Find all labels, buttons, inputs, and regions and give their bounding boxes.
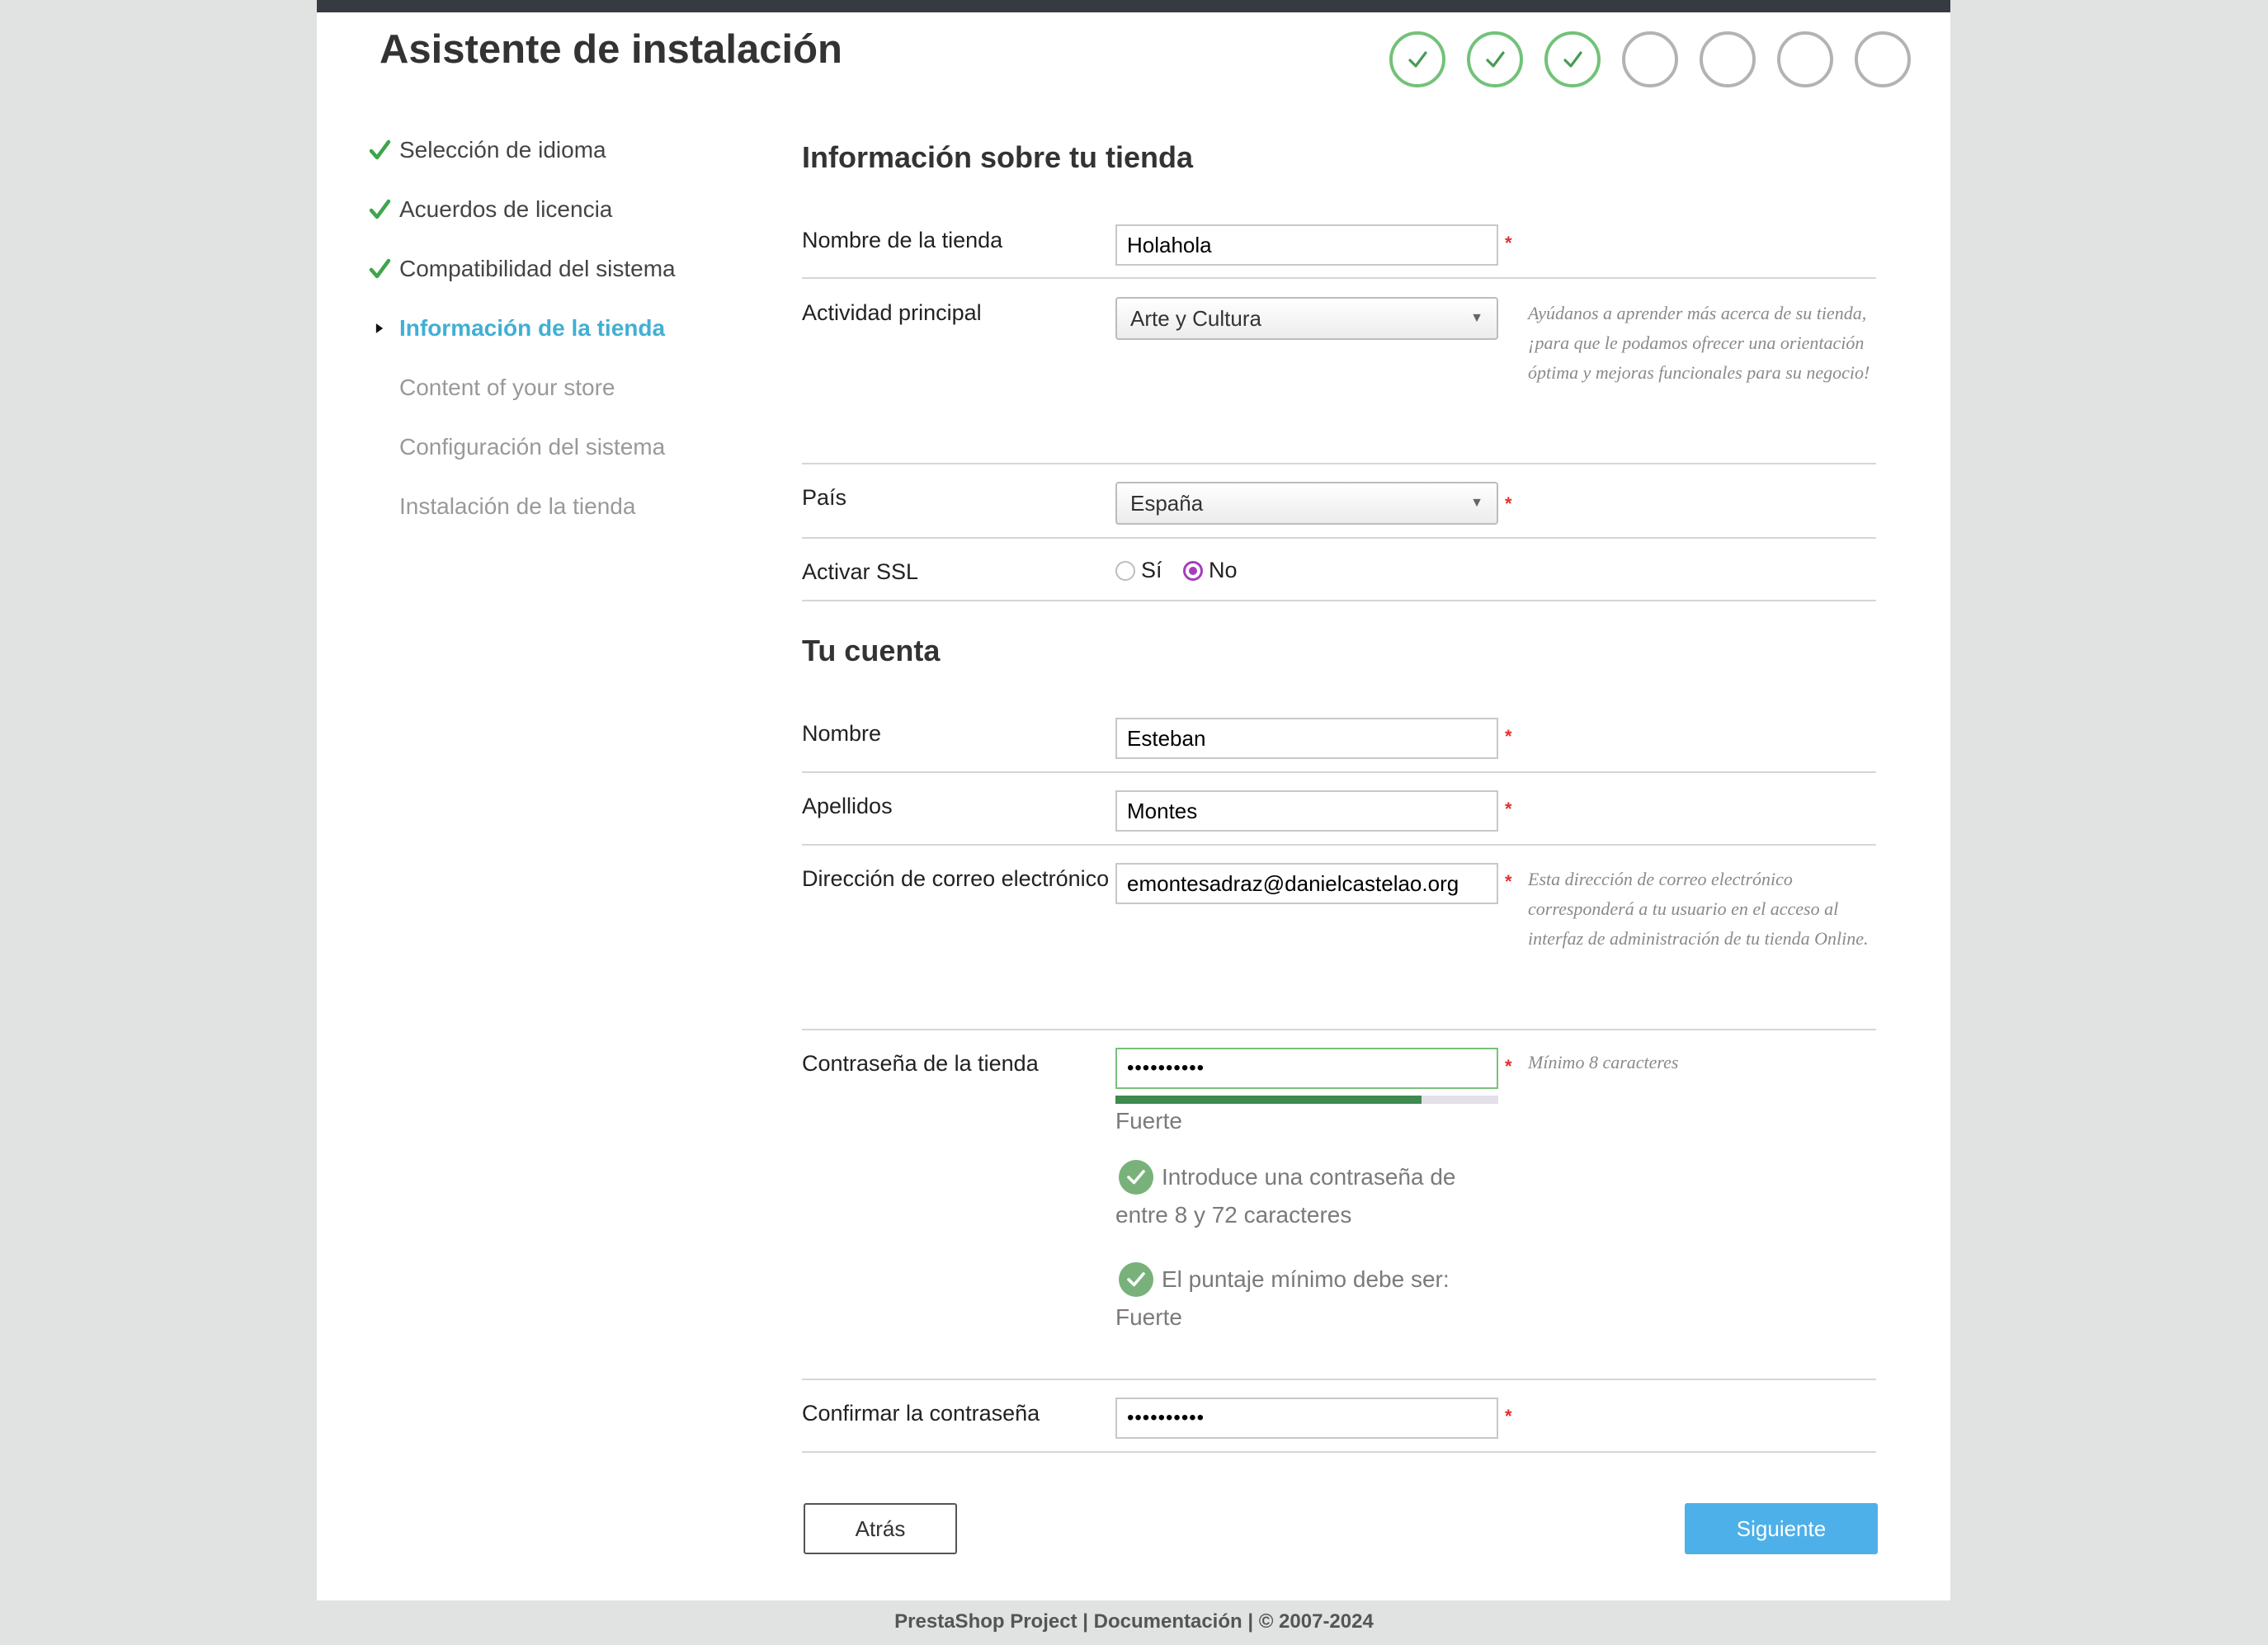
- last-name-input[interactable]: [1115, 790, 1498, 832]
- sidebar-item: Información de la tienda: [366, 312, 665, 345]
- first-name-input[interactable]: [1115, 718, 1498, 759]
- section-title-account: Tu cuenta: [802, 634, 941, 667]
- ssl-yes-radio[interactable]: [1115, 561, 1135, 581]
- back-button[interactable]: Atrás: [804, 1503, 957, 1554]
- first-name-label: Nombre: [802, 721, 882, 746]
- step-indicator: [1467, 31, 1523, 87]
- sidebar-item-label: Información de la tienda: [399, 315, 666, 341]
- sidebar-item-label: Instalación de la tienda: [399, 493, 636, 519]
- divider: [802, 1379, 1876, 1380]
- required-mark: *: [1505, 1056, 1512, 1077]
- step-indicator: [1544, 31, 1601, 87]
- password-rule-score-text: El puntaje mínimo debe ser: Fuerte: [1115, 1266, 1450, 1330]
- store-name-input[interactable]: [1115, 224, 1498, 266]
- password-label: Contraseña de la tienda: [802, 1051, 1039, 1076]
- sidebar-item-label: Selección de idioma: [399, 137, 606, 163]
- email-label: Dirección de correo electrónico: [802, 866, 1110, 891]
- password-input[interactable]: [1115, 1048, 1498, 1089]
- activity-select[interactable]: Arte y Cultura ▼: [1115, 297, 1498, 340]
- required-mark: *: [1505, 1406, 1512, 1426]
- sidebar-item: Configuración del sistema: [366, 431, 665, 464]
- sidebar-item: Instalación de la tienda: [366, 490, 635, 523]
- activity-hint: Ayúdanos a aprender más acerca de su tie…: [1528, 303, 1870, 383]
- password-strength-label: Fuerte: [1115, 1108, 1182, 1134]
- country-label: País: [802, 485, 847, 510]
- sidebar-item: Acuerdos de licencia: [366, 193, 612, 226]
- caret-right-icon: [366, 315, 393, 342]
- check-circle-icon: [1119, 1261, 1153, 1297]
- password-rule-score: El puntaje mínimo debe ser: Fuerte: [1115, 1261, 1503, 1336]
- divider: [802, 1451, 1876, 1453]
- country-select[interactable]: España ▼: [1115, 482, 1498, 525]
- required-mark: *: [1505, 726, 1512, 747]
- password-hint: Mínimo 8 caracteres: [1528, 1052, 1679, 1072]
- checkmark-icon: [1563, 51, 1582, 68]
- divider: [802, 537, 1876, 539]
- checkmark-icon: [1408, 51, 1427, 68]
- sidebar-item-spacer: [366, 493, 393, 520]
- checkmark-icon: [366, 256, 393, 282]
- ssl-no-label[interactable]: No: [1209, 558, 1238, 583]
- sidebar-item: Content of your store: [366, 371, 615, 404]
- required-mark: *: [1505, 233, 1512, 253]
- footer-text: PrestaShop Project | Documentación | © 2…: [894, 1610, 1374, 1633]
- chevron-down-icon: ▼: [1470, 496, 1483, 510]
- ssl-yes-label[interactable]: Sí: [1141, 558, 1162, 583]
- divider: [802, 844, 1876, 846]
- step-indicator: [1622, 31, 1678, 87]
- email-hint: Esta dirección de correo electrónico cor…: [1528, 869, 1869, 949]
- ssl-no-radio[interactable]: [1183, 561, 1203, 581]
- step-indicator: [1777, 31, 1833, 87]
- divider: [802, 463, 1876, 464]
- confirm-password-label: Confirmar la contraseña: [802, 1401, 1040, 1426]
- required-mark: *: [1505, 799, 1512, 819]
- section-title-store: Información sobre tu tienda: [802, 140, 1194, 174]
- sidebar-item-label: Acuerdos de licencia: [399, 196, 613, 222]
- activity-label: Actividad principal: [802, 300, 982, 325]
- sidebar-item-label: Compatibilidad del sistema: [399, 256, 676, 281]
- sidebar-item-spacer: [366, 375, 393, 401]
- sidebar-item-label: Configuración del sistema: [399, 434, 666, 460]
- sidebar-item-label: Content of your store: [399, 375, 615, 400]
- checkmark-icon: [1486, 51, 1505, 68]
- required-mark: *: [1505, 871, 1512, 892]
- divider: [802, 600, 1876, 601]
- sidebar-item: Compatibilidad del sistema: [366, 252, 676, 285]
- next-button[interactable]: Siguiente: [1685, 1503, 1878, 1554]
- step-indicator: [1855, 31, 1911, 87]
- required-mark: *: [1505, 493, 1512, 514]
- divider: [802, 1029, 1876, 1030]
- installer-panel: Asistente de instalación Selección de id…: [317, 0, 1950, 1600]
- page-title: Asistente de instalación: [380, 27, 842, 72]
- password-rule-length-text: Introduce una contraseña de entre 8 y 72…: [1115, 1164, 1456, 1228]
- step-indicator: [1389, 31, 1445, 87]
- store-name-label: Nombre de la tienda: [802, 228, 1003, 252]
- step-indicator: [1700, 31, 1756, 87]
- activity-select-value: Arte y Cultura: [1130, 305, 1261, 331]
- sidebar-item-spacer: [366, 434, 393, 460]
- password-strength-fill: [1115, 1096, 1422, 1104]
- footer: PrestaShop Project | Documentación | © 2…: [0, 1610, 2268, 1633]
- check-circle-icon: [1119, 1159, 1153, 1195]
- divider: [802, 771, 1876, 773]
- ssl-label: Activar SSL: [802, 559, 919, 584]
- top-bar: [317, 0, 1950, 12]
- checkmark-icon: [366, 196, 393, 223]
- divider: [802, 277, 1876, 279]
- checkmark-icon: [366, 137, 393, 163]
- confirm-password-input[interactable]: [1115, 1398, 1498, 1439]
- last-name-label: Apellidos: [802, 794, 893, 818]
- password-strength-meter: [1115, 1096, 1498, 1104]
- country-select-value: España: [1130, 490, 1204, 516]
- email-input[interactable]: [1115, 863, 1498, 904]
- password-rule-length: Introduce una contraseña de entre 8 y 72…: [1115, 1158, 1503, 1233]
- chevron-down-icon: ▼: [1470, 311, 1483, 325]
- sidebar-item: Selección de idioma: [366, 134, 606, 167]
